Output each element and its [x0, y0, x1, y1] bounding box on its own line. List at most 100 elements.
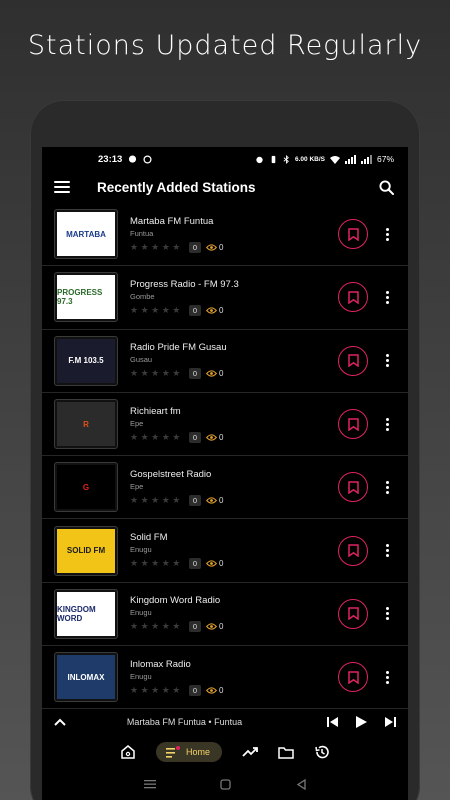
- folder-icon[interactable]: [278, 746, 294, 759]
- views: 0: [206, 686, 223, 695]
- status-right: 6.00 KB/S 67%: [255, 154, 394, 164]
- views: 0: [206, 433, 223, 442]
- more-options-icon[interactable]: [382, 670, 392, 684]
- views-count: 0: [219, 242, 224, 252]
- rating-count: 0: [188, 241, 202, 253]
- views-count: 0: [219, 622, 224, 632]
- bookmark-icon: [347, 544, 359, 558]
- rating-stars[interactable]: ★★★★★: [130, 558, 183, 569]
- eye-icon: [206, 307, 218, 314]
- search-icon[interactable]: [379, 179, 394, 195]
- system-nav-bar: [42, 773, 408, 795]
- history-icon[interactable]: [314, 744, 330, 760]
- signal-icon: [344, 154, 356, 164]
- eye-icon: [206, 433, 218, 441]
- bookmark-button[interactable]: [338, 409, 368, 440]
- app-screen: 23:13 6.00 KB/S 67% Recently Added Stati…: [42, 147, 408, 800]
- station-row[interactable]: PROGRESS 97.3 Progress Radio - FM 97.3 G…: [42, 266, 408, 330]
- station-name: Richieart fm: [130, 405, 181, 417]
- play-icon[interactable]: [356, 716, 367, 728]
- more-options-icon[interactable]: [382, 417, 392, 431]
- now-playing-text: Martaba FM Funtua • Funtua: [126, 717, 243, 727]
- rating-count: 0: [188, 494, 202, 506]
- station-meta: ★★★★★ 0 0: [130, 684, 338, 696]
- home-nav-icon[interactable]: [220, 778, 232, 790]
- bookmark-button[interactable]: [338, 219, 368, 250]
- station-logo-text: F.M 103.5: [57, 338, 115, 383]
- bookmark-button[interactable]: [338, 598, 368, 629]
- views: 0: [206, 622, 223, 631]
- station-row[interactable]: KINGDOM WORD Kingdom Word Radio Enugu ★★…: [42, 583, 408, 647]
- more-options-icon[interactable]: [382, 607, 392, 621]
- station-city: Gusau: [130, 355, 153, 365]
- views-count: 0: [219, 685, 224, 695]
- bookmark-button[interactable]: [338, 662, 368, 693]
- station-city: Enugu: [130, 545, 152, 555]
- recents-icon[interactable]: [144, 779, 157, 789]
- station-row[interactable]: F.M 103.5 Radio Pride FM Gusau Gusau ★★★…: [42, 330, 408, 393]
- station-city: Epe: [130, 481, 144, 491]
- station-info: Solid FM Enugu ★★★★★ 0 0: [130, 532, 338, 570]
- bookmark-icon: [347, 354, 359, 368]
- rating-count: 0: [188, 431, 202, 443]
- page-title: Recently Added Stations: [97, 179, 256, 195]
- more-options-icon[interactable]: [382, 354, 392, 368]
- alarm-icon: [255, 155, 264, 164]
- menu-icon[interactable]: [54, 181, 70, 193]
- bookmark-button[interactable]: [338, 345, 368, 376]
- station-name: Solid FM: [130, 532, 168, 544]
- rating-count: 0: [188, 558, 202, 570]
- rating-stars[interactable]: ★★★★★: [130, 242, 183, 253]
- station-row[interactable]: SOLID FM Solid FM Enugu ★★★★★ 0 0: [42, 519, 408, 583]
- vibrate-icon: [269, 155, 278, 164]
- rating-stars[interactable]: ★★★★★: [130, 368, 183, 379]
- station-logo: INLOMAX: [54, 652, 118, 703]
- previous-icon[interactable]: [327, 717, 338, 727]
- rating-count: 0: [188, 684, 202, 696]
- status-bar: 23:13 6.00 KB/S 67%: [42, 147, 408, 171]
- wifi-icon: [329, 155, 340, 164]
- bookmark-button[interactable]: [338, 472, 368, 503]
- bookmark-icon: [347, 481, 359, 494]
- rating-stars[interactable]: ★★★★★: [130, 685, 183, 696]
- station-row[interactable]: G Gospelstreet Radio Epe ★★★★★ 0 0: [42, 456, 408, 520]
- station-row[interactable]: INLOMAX Inlomax Radio Enugu ★★★★★ 0 0: [42, 646, 408, 710]
- bookmark-button[interactable]: [338, 535, 368, 566]
- bookmark-button[interactable]: [338, 282, 368, 313]
- views: 0: [206, 243, 223, 252]
- station-row[interactable]: MARTABA Martaba FM Funtua Funtua ★★★★★ 0…: [42, 203, 408, 267]
- eye-icon: [206, 623, 218, 631]
- station-row[interactable]: R Richieart fm Epe ★★★★★ 0 0: [42, 393, 408, 457]
- station-name: Radio Pride FM Gusau: [130, 342, 227, 354]
- station-city: Gombe: [130, 291, 155, 301]
- station-name: Inlomax Radio: [130, 658, 191, 670]
- mini-player[interactable]: Martaba FM Funtua • Funtua: [42, 709, 408, 735]
- more-options-icon[interactable]: [382, 227, 392, 241]
- more-options-icon[interactable]: [382, 544, 392, 558]
- rating-stars[interactable]: ★★★★★: [130, 305, 183, 316]
- station-logo-text: PROGRESS 97.3: [57, 275, 115, 320]
- station-city: Enugu: [130, 608, 152, 618]
- views: 0: [206, 559, 223, 568]
- next-icon[interactable]: [385, 717, 396, 727]
- views: 0: [206, 306, 223, 315]
- station-logo: PROGRESS 97.3: [54, 272, 118, 323]
- rating-stars[interactable]: ★★★★★: [130, 621, 183, 632]
- rating-stars[interactable]: ★★★★★: [130, 432, 183, 443]
- back-icon[interactable]: [296, 778, 306, 790]
- rating-stars[interactable]: ★★★★★: [130, 495, 183, 506]
- nav-home-icon[interactable]: [120, 744, 136, 760]
- station-meta: ★★★★★ 0 0: [130, 621, 338, 633]
- bookmark-icon: [347, 607, 359, 621]
- station-name: Martaba FM Funtua: [130, 215, 214, 227]
- nav-home-tab[interactable]: Home: [155, 742, 222, 762]
- bluetooth-icon: [283, 154, 290, 164]
- bookmark-icon: [347, 291, 359, 304]
- trending-icon[interactable]: [242, 746, 258, 758]
- more-options-icon[interactable]: [382, 290, 392, 304]
- station-name: Kingdom Word Radio: [130, 595, 221, 607]
- station-meta: ★★★★★ 0 0: [130, 431, 338, 443]
- more-options-icon[interactable]: [382, 480, 392, 494]
- bookmark-icon: [347, 417, 359, 431]
- station-meta: ★★★★★ 0 0: [130, 241, 338, 253]
